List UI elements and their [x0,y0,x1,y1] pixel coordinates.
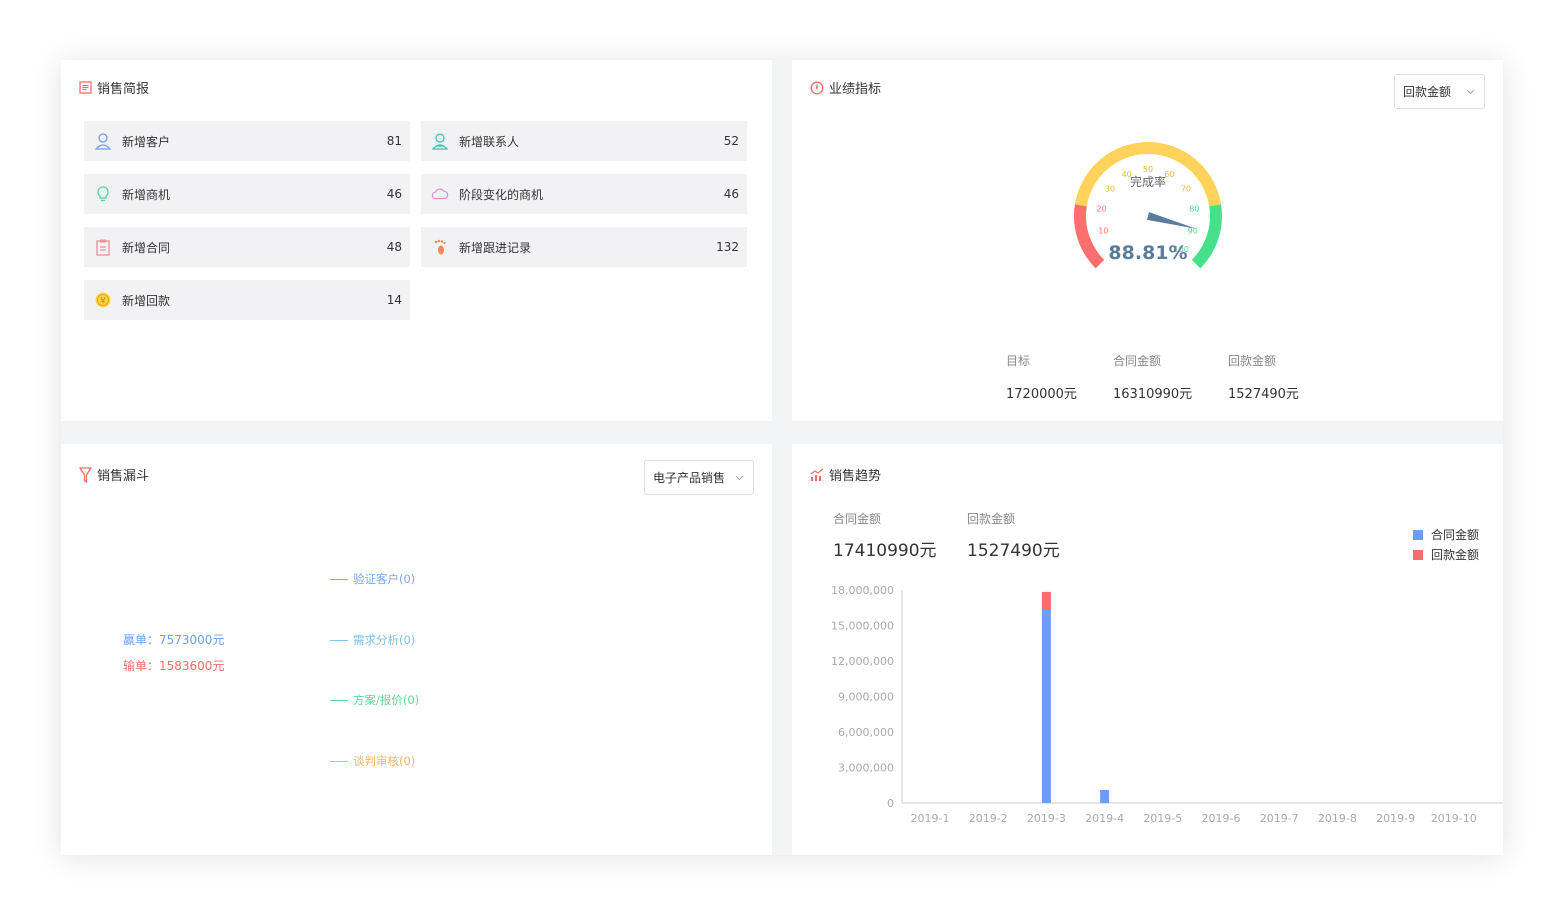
x-tick-label: 2019-2 [969,812,1008,825]
stage-label: 谈判审核(0) [353,754,416,768]
speedometer-icon [810,81,824,94]
kpi-payment-value: 1527490元 [1228,387,1299,402]
stat-new-contracts[interactable]: 新增合同 48 [84,227,410,267]
gauge-tick-label: 50 [1143,165,1153,174]
x-tick-label: 2019-1 [911,812,950,825]
x-tick-label: 2019-6 [1202,812,1241,825]
select-value: 回款金额 [1403,85,1452,99]
report-icon [79,81,92,94]
bar-contract[interactable] [1041,609,1051,803]
x-tick-label: 2019-3 [1027,812,1066,825]
y-tick-label: 6,000,000 [838,726,894,739]
kpi-metric-select[interactable]: 回款金额 [1394,74,1485,109]
stat-value: 52 [723,134,739,148]
stat-new-customers[interactable]: 新增客户 81 [84,121,410,161]
funnel-stage-1[interactable]: 验证客户(0) [330,571,415,587]
x-tick-label: 2019-10 [1431,812,1477,825]
y-tick-label: 15,000,000 [831,620,894,633]
gauge-tick-label: 30 [1105,184,1115,193]
y-tick-label: 12,000,000 [831,655,894,668]
x-tick-label: 2019-5 [1143,812,1182,825]
y-tick-label: 0 [887,797,894,810]
sales-trend-panel: 销售趋势 合同金额 17410990元 回款金额 1527490元 合同金额 回… [792,444,1503,855]
stat-label: 新增合同 [122,240,171,255]
stat-value: 132 [716,240,739,254]
stat-stage-changed-opportunities[interactable]: 阶段变化的商机 46 [421,174,747,214]
funnel-stage-3[interactable]: 方案/报价(0) [330,692,419,708]
stat-value: 48 [386,240,402,254]
stat-new-followups[interactable]: 新增跟进记录 132 [421,227,747,267]
stage-dash [330,578,348,580]
stat-value: 81 [386,134,402,148]
funnel-stage-4[interactable]: 谈判审核(0) [330,753,415,769]
x-tick-label: 2019-4 [1085,812,1124,825]
y-tick-label: 18,000,000 [831,584,894,597]
footprint-icon [431,238,449,256]
user-icon [94,132,112,150]
stat-new-payments[interactable]: ¥ 新增回款 14 [84,280,410,320]
lightbulb-icon [94,185,112,203]
yen-coin-icon: ¥ [94,291,112,309]
stage-dash [330,699,348,701]
clipboard-icon [94,238,112,256]
stat-label: 新增跟进记录 [459,240,532,255]
bar-contract[interactable] [1100,789,1110,803]
y-tick-label: 3,000,000 [838,762,894,775]
sales-funnel-panel: 销售漏斗 电子产品销售 赢单：7573000元 输单：1583600元 验证客户… [61,444,772,855]
gauge-pointer [1146,212,1197,229]
stage-label: 验证客户(0) [353,572,416,586]
contact-icon [431,132,449,150]
funnel-win-amount: 赢单：7573000元 [123,633,225,647]
funnel-stage-2[interactable]: 需求分析(0) [330,632,415,648]
kpi-target-value: 1720000元 [1006,387,1077,402]
stat-value: 14 [386,293,402,307]
svg-text:¥: ¥ [100,297,106,307]
select-value: 电子产品销售 [653,471,726,485]
performance-kpi-panel: 业绩指标 回款金额 0 10 20 30 40 50 60 70 80 90 100 完成率 88.81… [792,60,1503,421]
gauge-tick-label: 70 [1181,184,1191,193]
kpi-target-label: 目标 [1006,354,1031,368]
x-tick-label: 2019-8 [1318,812,1357,825]
gauge-value: 88.81% [1108,242,1187,264]
sales-brief-title: 销售简报 [79,78,149,97]
completion-gauge: 0102030405060708090100完成率88.81% [1074,142,1222,269]
sales-funnel-title: 销售漏斗 [79,465,149,484]
kpi-contract-value: 16310990元 [1113,387,1193,402]
chevron-down-icon [735,475,744,481]
stat-label: 阶段变化的商机 [459,187,544,202]
gauge-tick-label: 10 [1098,227,1108,236]
sales-trend-chart: 0 3,000,000 6,000,000 9,000,000 12,000,000 15… [831,584,1503,825]
funnel-icon [79,466,92,483]
stage-label: 方案/报价(0) [353,693,420,707]
gauge-tick-label: 20 [1096,205,1106,214]
sales-brief-panel: 销售简报 新增客户 81 新增联系人 52 新增商机 46 阶段变化的商机 46… [61,60,772,421]
x-tick-label: 2019-9 [1376,812,1415,825]
stat-new-opportunities[interactable]: 新增商机 46 [84,174,410,214]
x-tick-label: 2019-7 [1260,812,1299,825]
stat-value: 46 [723,187,739,201]
gauge-band-low [1074,204,1105,269]
performance-kpi-title: 业绩指标 [810,78,881,97]
stat-value: 46 [386,187,402,201]
stat-label: 新增回款 [122,293,171,308]
stage-label: 需求分析(0) [353,633,416,647]
gauge-band-high [1191,204,1222,269]
funnel-scenario-select[interactable]: 电子产品销售 [644,460,754,495]
stat-label: 新增客户 [122,134,171,149]
funnel-lose-amount: 输单：1583600元 [123,659,225,673]
kpi-contract-label: 合同金额 [1113,354,1162,368]
cloud-icon [431,185,449,203]
stat-label: 新增联系人 [459,134,520,149]
stage-dash [330,639,348,641]
stat-new-contacts[interactable]: 新增联系人 52 [421,121,747,161]
gauge-tick-label: 80 [1189,205,1199,214]
stage-dash [330,760,348,762]
stat-label: 新增商机 [122,187,171,202]
dashboard-frame: 销售简报 新增客户 81 新增联系人 52 新增商机 46 阶段变化的商机 46… [61,60,1503,855]
chevron-down-icon [1466,89,1475,95]
bar-payment[interactable] [1041,591,1051,610]
y-tick-label: 9,000,000 [838,691,894,704]
gauge-label: 完成率 [1130,174,1166,189]
kpi-payment-label: 回款金额 [1228,354,1277,368]
